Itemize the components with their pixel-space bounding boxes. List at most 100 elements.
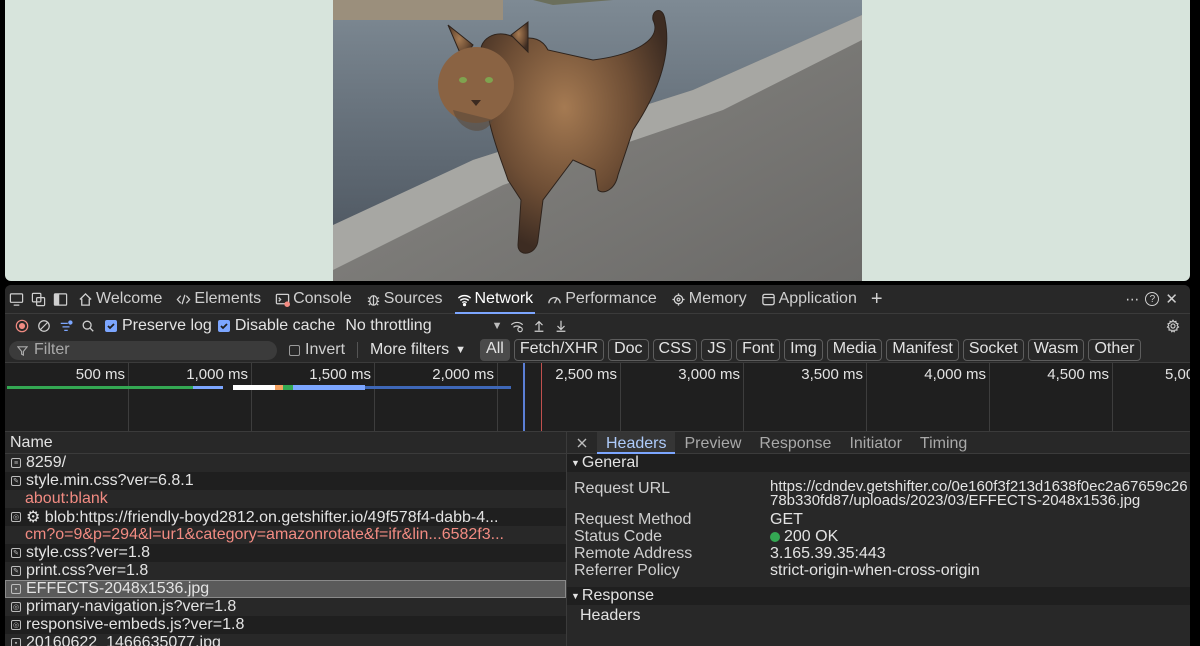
request-name: about:blank <box>25 490 108 507</box>
dock-sidebar-icon[interactable] <box>49 288 71 310</box>
load-event-line <box>541 363 542 431</box>
image-icon: ▪ <box>11 584 21 594</box>
invert-checkbox[interactable]: Invert <box>289 341 345 359</box>
filter-chip-js[interactable]: JS <box>701 339 733 361</box>
close-icon[interactable]: ✕ <box>1165 290 1178 308</box>
list-item[interactable]: cm?o=9&p=294&l=ur1&category=amazonrotate… <box>5 526 566 544</box>
list-item[interactable]: ≡ 8259/ <box>5 454 566 472</box>
general-section-header[interactable]: ▼ General <box>567 454 1190 472</box>
timeline-bar <box>365 386 511 389</box>
header-key: Request URL <box>574 480 671 497</box>
tab-network[interactable]: Network <box>450 285 541 314</box>
tab-welcome[interactable]: Welcome <box>71 285 169 314</box>
header-row-referrer-policy: Referrer Policy strict-origin-when-cross… <box>567 562 1190 579</box>
filter-chip-socket[interactable]: Socket <box>962 339 1024 361</box>
filter-chip-font[interactable]: Font <box>736 339 781 361</box>
list-item[interactable]: ◎ responsive-embeds.js?ver=1.8 <box>5 616 566 634</box>
section-title: Response <box>581 587 654 604</box>
network-conditions-icon[interactable] <box>506 315 528 337</box>
header-value: https://cdndev.getshifter.co/0e160f3f213… <box>770 478 1188 509</box>
search-icon[interactable] <box>77 315 99 337</box>
help-icon[interactable]: ? <box>1145 292 1160 306</box>
tab-elements[interactable]: Elements <box>169 285 268 314</box>
request-list: Name ≡ 8259/ ✎ style.min.css?ver=6.8.1 abo… <box>5 432 567 646</box>
filter-bar: Filter Invert More filters ▼ All Fetch/X… <box>5 338 1190 362</box>
cat-photo <box>333 0 862 281</box>
filter-chip-fetch-xhr[interactable]: Fetch/XHR <box>513 339 605 361</box>
tab-initiator[interactable]: Initiator <box>840 432 910 454</box>
throttling-select[interactable]: No throttling ▼ <box>345 317 502 335</box>
download-icon[interactable] <box>550 315 572 337</box>
filter-chip-doc[interactable]: Doc <box>608 339 649 361</box>
filter-settings-icon[interactable] <box>55 315 77 337</box>
tab-timing[interactable]: Timing <box>911 432 976 454</box>
list-item[interactable]: ◎ primary-navigation.js?ver=1.8 <box>5 598 566 616</box>
settings-gear-icon[interactable] <box>1162 315 1184 337</box>
list-item[interactable]: ✎ style.min.css?ver=6.8.1 <box>5 472 566 490</box>
more-filters-dropdown[interactable]: More filters ▼ <box>370 341 466 359</box>
disable-cache-label: Disable cache <box>234 317 336 334</box>
tab-response[interactable]: Response <box>750 432 840 454</box>
tab-application[interactable]: Application <box>754 285 864 314</box>
device-toolbar-icon[interactable] <box>5 288 27 310</box>
filter-chip-manifest[interactable]: Manifest <box>886 339 959 361</box>
timeline-tick: 1,500 ms <box>309 363 375 431</box>
request-name: EFFECTS-2048x1536.jpg <box>26 580 210 597</box>
disable-cache-checkbox[interactable]: Disable cache <box>217 317 336 335</box>
timeline-tick: 3,500 ms <box>801 363 867 431</box>
bug-icon <box>367 294 380 306</box>
upload-icon[interactable] <box>528 315 550 337</box>
timeline-tick: 1,000 ms <box>186 363 252 431</box>
console-icon <box>275 293 291 307</box>
tab-console[interactable]: Console <box>268 285 359 314</box>
request-name: 20160622_1466635077.jpg <box>26 634 221 646</box>
header-value: 3.165.39.35:443 <box>770 545 886 562</box>
filter-chip-css[interactable]: CSS <box>652 339 698 361</box>
filter-icon <box>17 345 28 356</box>
tick-label: 500 ms <box>75 366 125 383</box>
filter-chip-media[interactable]: Media <box>826 339 883 361</box>
list-item[interactable]: ▪ 20160622_1466635077.jpg <box>5 634 566 646</box>
status-ok-icon <box>770 532 780 542</box>
list-item[interactable]: about:blank <box>5 490 566 508</box>
filter-chip-img[interactable]: Img <box>784 339 823 361</box>
name-column-header[interactable]: Name <box>5 432 566 454</box>
tab-headers[interactable]: Headers <box>597 431 676 454</box>
tab-memory[interactable]: Memory <box>664 285 754 314</box>
list-item[interactable]: ◎ ⚙ blob:https://friendly-boyd2812.on.get… <box>5 508 566 526</box>
stylesheet-icon: ✎ <box>11 548 21 558</box>
filter-input[interactable]: Filter <box>9 340 277 360</box>
response-section-header[interactable]: ▼ Response <box>567 587 1190 605</box>
tick-label: 1,500 ms <box>309 366 371 383</box>
checkbox-checked-icon <box>105 320 117 332</box>
tab-label: Performance <box>565 290 657 307</box>
request-name: responsive-embeds.js?ver=1.8 <box>26 616 245 633</box>
tick-label: 2,500 ms <box>555 366 617 383</box>
request-name: cm?o=9&p=294&l=ur1&category=amazonrotate… <box>25 526 504 543</box>
close-details-icon[interactable] <box>567 437 597 449</box>
filter-chip-other[interactable]: Other <box>1088 339 1141 361</box>
memory-icon <box>672 292 685 306</box>
filter-chip-wasm[interactable]: Wasm <box>1027 339 1085 361</box>
devtools-panel: Welcome Elements Console Sources Network… <box>5 285 1190 646</box>
more-options-icon[interactable]: ⋯ <box>1125 291 1139 308</box>
list-item[interactable]: ✎ style.css?ver=1.8 <box>5 544 566 562</box>
list-item[interactable]: ✎ print.css?ver=1.8 <box>5 562 566 580</box>
tab-sources[interactable]: Sources <box>359 285 450 314</box>
tick-label: 1,000 ms <box>186 366 248 383</box>
network-lower-pane: Name ≡ 8259/ ✎ style.min.css?ver=6.8.1 abo… <box>5 431 1190 646</box>
add-tab-button[interactable]: + <box>864 285 890 314</box>
tab-performance[interactable]: Performance <box>540 285 664 314</box>
filter-chip-all[interactable]: All <box>480 339 510 361</box>
timeline-tick: 2,000 ms <box>432 363 498 431</box>
tab-preview[interactable]: Preview <box>675 432 750 454</box>
timeline-overview[interactable]: 500 ms 1,000 ms 1,500 ms 2,000 ms 2,500 … <box>5 362 1190 431</box>
section-title: General <box>581 454 639 471</box>
preserve-log-checkbox[interactable]: Preserve log <box>105 317 212 335</box>
request-name: ⚙ blob:https://friendly-boyd2812.on.gets… <box>26 509 499 526</box>
list-item-selected[interactable]: ▪ EFFECTS-2048x1536.jpg <box>5 580 566 598</box>
inspect-element-icon[interactable] <box>27 288 49 310</box>
record-icon[interactable] <box>11 315 33 337</box>
tab-label: Memory <box>688 290 747 307</box>
clear-icon[interactable] <box>33 315 55 337</box>
